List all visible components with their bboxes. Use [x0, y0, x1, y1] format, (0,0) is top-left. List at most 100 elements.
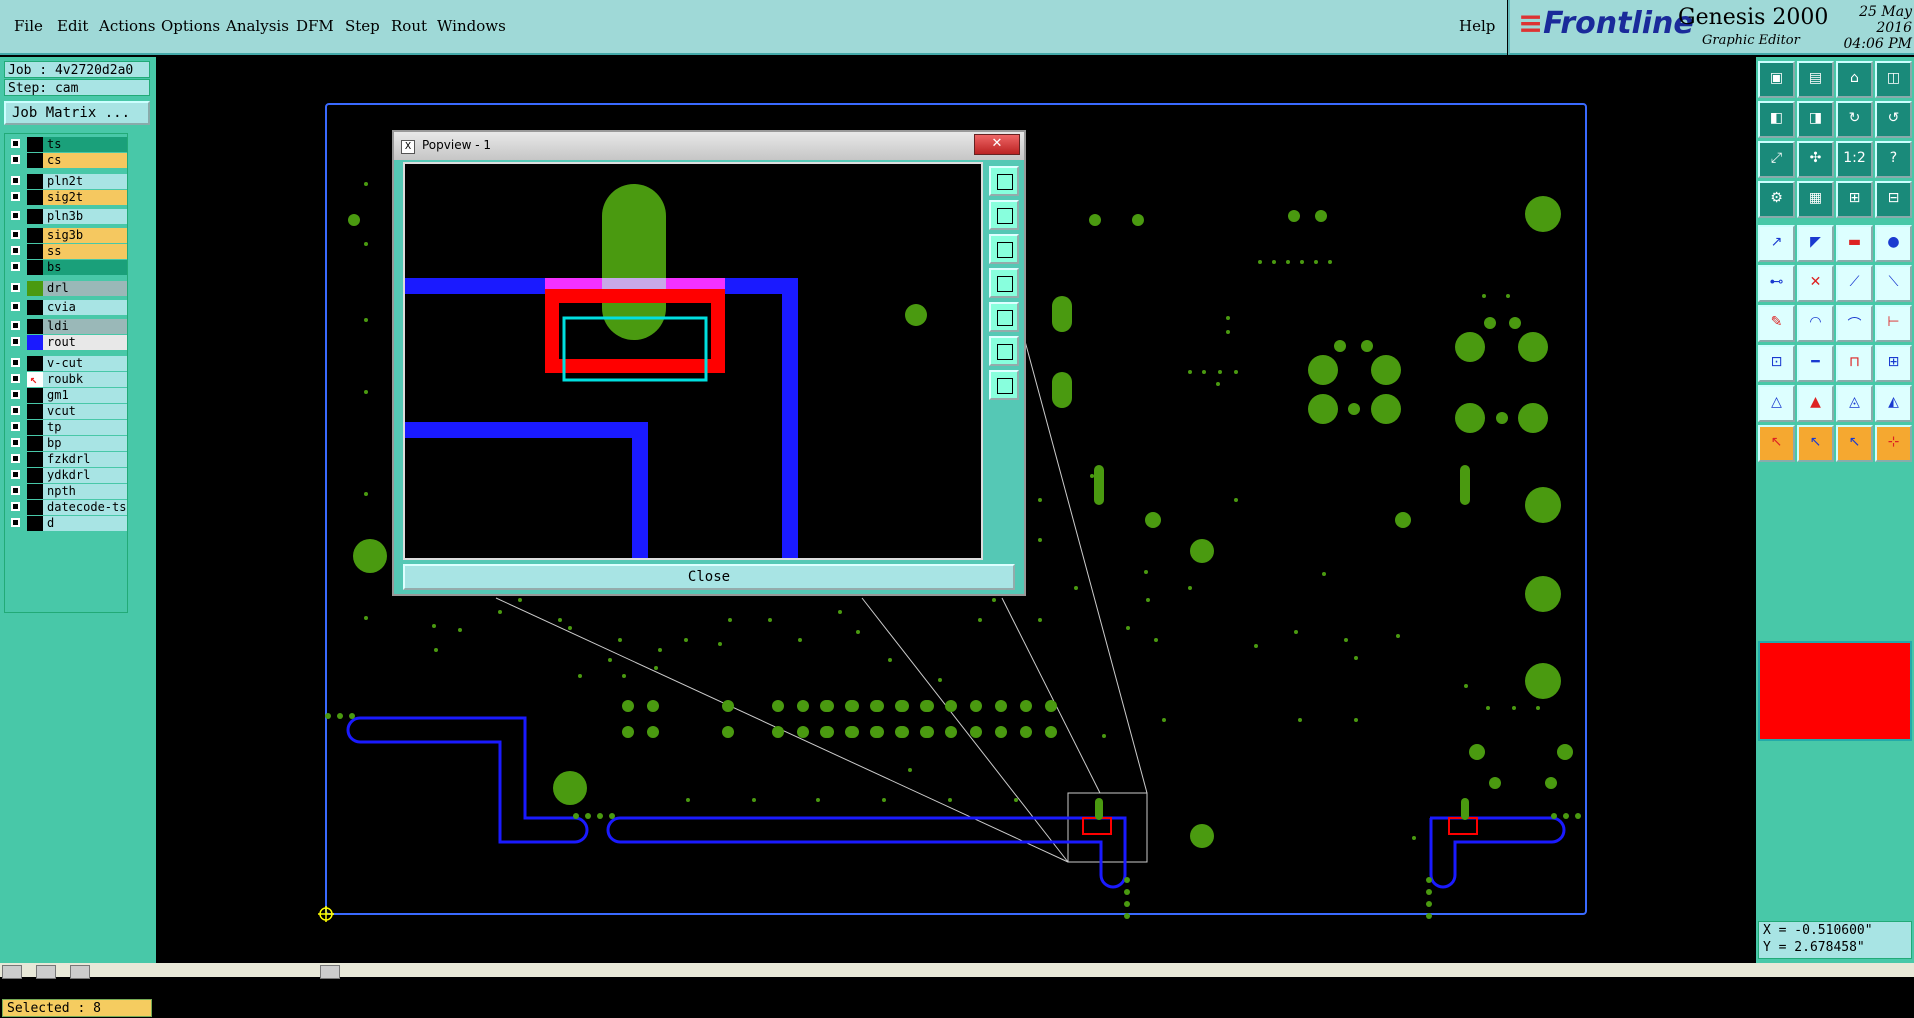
layer-name[interactable]: vcut: [43, 404, 127, 419]
pan-right-icon[interactable]: [989, 302, 1019, 332]
layer-name[interactable]: gm1: [43, 388, 127, 403]
menu-analysis[interactable]: Analysis: [226, 17, 289, 35]
layer-name[interactable]: ydkdrl: [43, 468, 127, 483]
layer-name[interactable]: bs: [43, 260, 127, 275]
menu-help[interactable]: Help: [1459, 17, 1495, 35]
popview-close-button[interactable]: Close: [403, 564, 1015, 590]
layer-checkbox[interactable]: [11, 321, 20, 330]
rotate-icon[interactable]: ↺: [1875, 101, 1912, 138]
select-icon[interactable]: ⊡: [1758, 345, 1795, 382]
layer-row-rout[interactable]: rout: [7, 335, 127, 350]
zoom-fit-icon[interactable]: [989, 166, 1019, 196]
menu-actions[interactable]: Actions: [99, 17, 155, 35]
layer-row-pln2t[interactable]: pln2t: [7, 174, 127, 189]
save-icon[interactable]: ▤: [1797, 61, 1834, 98]
minus-icon[interactable]: ━: [1797, 345, 1834, 382]
menu-file[interactable]: File: [14, 17, 43, 35]
layers-icon[interactable]: ⊞: [1875, 345, 1912, 382]
layer-row-bp[interactable]: bp: [7, 436, 127, 451]
forward-icon[interactable]: ◨: [1797, 101, 1834, 138]
layer-checkbox[interactable]: [11, 358, 20, 367]
layer-checkbox[interactable]: [11, 406, 20, 415]
menu-options[interactable]: Options: [161, 17, 220, 35]
arc-icon[interactable]: ◠: [1797, 305, 1834, 342]
layer-name[interactable]: tp: [43, 420, 127, 435]
pan-left-icon[interactable]: [989, 268, 1019, 298]
open-icon[interactable]: ▣: [1758, 61, 1795, 98]
popview-titlebar[interactable]: X Popview - 1 ✕: [394, 132, 1024, 160]
menu-edit[interactable]: Edit: [57, 17, 88, 35]
layer-name[interactable]: ss: [43, 244, 127, 259]
layer-row-ts[interactable]: ts: [7, 137, 127, 152]
layer-name[interactable]: ldi: [43, 319, 127, 334]
layer-name[interactable]: rout: [43, 335, 127, 350]
layer-checkbox[interactable]: [11, 502, 20, 511]
layer-row-sig3b[interactable]: sig3b: [7, 228, 127, 243]
layer-row-ldi[interactable]: ldi: [7, 319, 127, 334]
triangle4-icon[interactable]: ◭: [1875, 385, 1912, 422]
layer-row-ss[interactable]: ss: [7, 244, 127, 259]
layer-checkbox[interactable]: [11, 155, 20, 164]
layer-checkbox[interactable]: [11, 337, 20, 346]
measure-icon[interactable]: ▬: [1836, 225, 1873, 262]
layer-name[interactable]: roubk: [43, 372, 127, 387]
window-icon[interactable]: ◫: [1875, 61, 1912, 98]
layer-row-cs[interactable]: cs: [7, 153, 127, 168]
layer-checkbox[interactable]: [11, 192, 20, 201]
line2-icon[interactable]: ⟍: [1875, 265, 1912, 302]
layer-row-fzkdrl[interactable]: fzkdrl: [7, 452, 127, 467]
cursor2-icon[interactable]: ↖: [1797, 425, 1834, 462]
layer-checkbox[interactable]: [11, 262, 20, 271]
layer-checkbox[interactable]: [11, 230, 20, 239]
popview-canvas[interactable]: [403, 162, 983, 560]
layer-checkbox[interactable]: [11, 283, 20, 292]
layer-row-npth[interactable]: npth: [7, 484, 127, 499]
line-icon[interactable]: ⟋: [1836, 265, 1873, 302]
zoom-icon[interactable]: ✣: [1797, 141, 1834, 178]
layer-name[interactable]: cs: [43, 153, 127, 168]
layer-checkbox[interactable]: [11, 374, 20, 383]
polarity-icon[interactable]: ⊢: [1875, 305, 1912, 342]
layer-row-pln3b[interactable]: pln3b: [7, 209, 127, 224]
cursor-icon[interactable]: ↖: [1758, 425, 1795, 462]
pin-icon[interactable]: ↗: [1758, 225, 1795, 262]
layer-row-d[interactable]: d: [7, 516, 127, 531]
layer-name[interactable]: bp: [43, 436, 127, 451]
settings-icon[interactable]: ⚙: [1758, 181, 1795, 218]
zoom-in-icon[interactable]: [989, 336, 1019, 366]
refresh-icon[interactable]: ↻: [1836, 101, 1873, 138]
layer-checkbox[interactable]: [11, 438, 20, 447]
layer-checkbox[interactable]: [11, 422, 20, 431]
layer-checkbox[interactable]: [11, 486, 20, 495]
layer-name[interactable]: d: [43, 516, 127, 531]
layer-name[interactable]: datecode-ts: [43, 500, 127, 515]
draw-icon[interactable]: ✎: [1758, 305, 1795, 342]
layer-name[interactable]: pln2t: [43, 174, 127, 189]
pad-icon[interactable]: ●: [1875, 225, 1912, 262]
layer-name[interactable]: cvia: [43, 300, 127, 315]
snap-icon[interactable]: ⊞: [1836, 181, 1873, 218]
job-matrix-button[interactable]: Job Matrix ...: [4, 101, 150, 125]
triangle2-icon[interactable]: ▲: [1797, 385, 1834, 422]
zoom-out-icon[interactable]: [989, 370, 1019, 400]
snap-red-icon[interactable]: ⊟: [1875, 181, 1912, 218]
scale-1-2-icon[interactable]: 1:2: [1836, 141, 1873, 178]
cross-icon[interactable]: ✕: [1797, 265, 1834, 302]
layer-name[interactable]: v-cut: [43, 356, 127, 371]
bracket-icon[interactable]: ⊓: [1836, 345, 1873, 382]
back-icon[interactable]: ◧: [1758, 101, 1795, 138]
pan-down-icon[interactable]: [989, 234, 1019, 264]
layer-row-gm1[interactable]: gm1: [7, 388, 127, 403]
layer-name[interactable]: drl: [43, 281, 127, 296]
pointer-icon[interactable]: ◤: [1797, 225, 1834, 262]
layer-row-roubk[interactable]: ↖ roubk: [7, 372, 127, 387]
layer-checkbox[interactable]: [11, 470, 20, 479]
layer-row-bs[interactable]: bs: [7, 260, 127, 275]
menu-dfm[interactable]: DFM: [296, 17, 334, 35]
layer-row-tp[interactable]: tp: [7, 420, 127, 435]
layer-row-ydkdrl[interactable]: ydkdrl: [7, 468, 127, 483]
help-icon[interactable]: ?: [1875, 141, 1912, 178]
layer-name[interactable]: npth: [43, 484, 127, 499]
cursor3-icon[interactable]: ↖: [1836, 425, 1873, 462]
layer-row-v-cut[interactable]: v-cut: [7, 356, 127, 371]
